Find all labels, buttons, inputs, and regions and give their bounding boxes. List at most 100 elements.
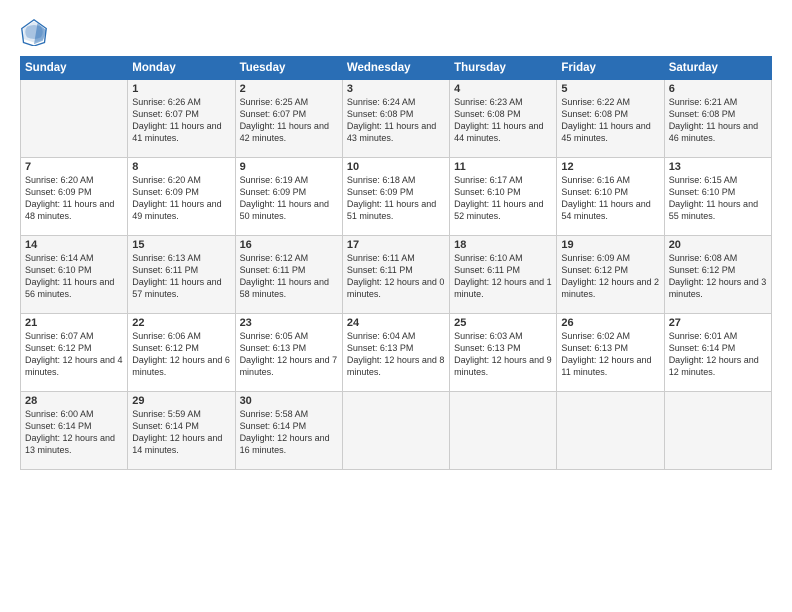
day-number: 27 — [669, 317, 767, 329]
calendar-cell: 28Sunrise: 6:00 AMSunset: 6:14 PMDayligh… — [21, 392, 128, 470]
calendar-cell: 19Sunrise: 6:09 AMSunset: 6:12 PMDayligh… — [557, 236, 664, 314]
calendar-cell: 22Sunrise: 6:06 AMSunset: 6:12 PMDayligh… — [128, 314, 235, 392]
day-number: 26 — [561, 317, 659, 329]
calendar-cell: 27Sunrise: 6:01 AMSunset: 6:14 PMDayligh… — [664, 314, 771, 392]
calendar-cell: 25Sunrise: 6:03 AMSunset: 6:13 PMDayligh… — [450, 314, 557, 392]
calendar-cell: 4Sunrise: 6:23 AMSunset: 6:08 PMDaylight… — [450, 80, 557, 158]
calendar-cell: 10Sunrise: 6:18 AMSunset: 6:09 PMDayligh… — [342, 158, 449, 236]
day-number: 13 — [669, 161, 767, 173]
day-info: Sunrise: 6:07 AMSunset: 6:12 PMDaylight:… — [25, 330, 123, 379]
day-info: Sunrise: 5:59 AMSunset: 6:14 PMDaylight:… — [132, 408, 230, 457]
calendar-cell: 20Sunrise: 6:08 AMSunset: 6:12 PMDayligh… — [664, 236, 771, 314]
day-number: 22 — [132, 317, 230, 329]
day-info: Sunrise: 6:06 AMSunset: 6:12 PMDaylight:… — [132, 330, 230, 379]
day-info: Sunrise: 5:58 AMSunset: 6:14 PMDaylight:… — [240, 408, 338, 457]
calendar-header-friday: Friday — [557, 57, 664, 80]
day-number: 19 — [561, 239, 659, 251]
day-info: Sunrise: 6:01 AMSunset: 6:14 PMDaylight:… — [669, 330, 767, 379]
calendar-week-row: 14Sunrise: 6:14 AMSunset: 6:10 PMDayligh… — [21, 236, 772, 314]
calendar-week-row: 28Sunrise: 6:00 AMSunset: 6:14 PMDayligh… — [21, 392, 772, 470]
calendar-week-row: 1Sunrise: 6:26 AMSunset: 6:07 PMDaylight… — [21, 80, 772, 158]
calendar-cell: 2Sunrise: 6:25 AMSunset: 6:07 PMDaylight… — [235, 80, 342, 158]
day-info: Sunrise: 6:22 AMSunset: 6:08 PMDaylight:… — [561, 96, 659, 145]
calendar-header-saturday: Saturday — [664, 57, 771, 80]
day-number: 24 — [347, 317, 445, 329]
calendar-cell: 3Sunrise: 6:24 AMSunset: 6:08 PMDaylight… — [342, 80, 449, 158]
day-number: 12 — [561, 161, 659, 173]
day-info: Sunrise: 6:10 AMSunset: 6:11 PMDaylight:… — [454, 252, 552, 301]
calendar-page: SundayMondayTuesdayWednesdayThursdayFrid… — [0, 0, 792, 612]
day-info: Sunrise: 6:16 AMSunset: 6:10 PMDaylight:… — [561, 174, 659, 223]
calendar-cell: 1Sunrise: 6:26 AMSunset: 6:07 PMDaylight… — [128, 80, 235, 158]
calendar-cell — [21, 80, 128, 158]
day-number: 7 — [25, 161, 123, 173]
day-number: 10 — [347, 161, 445, 173]
calendar-cell: 17Sunrise: 6:11 AMSunset: 6:11 PMDayligh… — [342, 236, 449, 314]
calendar-cell: 15Sunrise: 6:13 AMSunset: 6:11 PMDayligh… — [128, 236, 235, 314]
calendar-cell: 6Sunrise: 6:21 AMSunset: 6:08 PMDaylight… — [664, 80, 771, 158]
day-info: Sunrise: 6:24 AMSunset: 6:08 PMDaylight:… — [347, 96, 445, 145]
day-info: Sunrise: 6:20 AMSunset: 6:09 PMDaylight:… — [25, 174, 123, 223]
day-info: Sunrise: 6:15 AMSunset: 6:10 PMDaylight:… — [669, 174, 767, 223]
day-info: Sunrise: 6:17 AMSunset: 6:10 PMDaylight:… — [454, 174, 552, 223]
day-info: Sunrise: 6:20 AMSunset: 6:09 PMDaylight:… — [132, 174, 230, 223]
calendar-cell — [450, 392, 557, 470]
calendar-header-monday: Monday — [128, 57, 235, 80]
calendar-cell: 16Sunrise: 6:12 AMSunset: 6:11 PMDayligh… — [235, 236, 342, 314]
calendar-cell: 9Sunrise: 6:19 AMSunset: 6:09 PMDaylight… — [235, 158, 342, 236]
calendar-cell: 24Sunrise: 6:04 AMSunset: 6:13 PMDayligh… — [342, 314, 449, 392]
logo — [20, 18, 52, 46]
day-number: 28 — [25, 395, 123, 407]
day-number: 30 — [240, 395, 338, 407]
day-number: 18 — [454, 239, 552, 251]
day-info: Sunrise: 6:14 AMSunset: 6:10 PMDaylight:… — [25, 252, 123, 301]
calendar-cell: 14Sunrise: 6:14 AMSunset: 6:10 PMDayligh… — [21, 236, 128, 314]
calendar-cell: 7Sunrise: 6:20 AMSunset: 6:09 PMDaylight… — [21, 158, 128, 236]
day-number: 20 — [669, 239, 767, 251]
day-info: Sunrise: 6:13 AMSunset: 6:11 PMDaylight:… — [132, 252, 230, 301]
calendar-cell: 29Sunrise: 5:59 AMSunset: 6:14 PMDayligh… — [128, 392, 235, 470]
day-number: 8 — [132, 161, 230, 173]
day-info: Sunrise: 6:12 AMSunset: 6:11 PMDaylight:… — [240, 252, 338, 301]
day-number: 6 — [669, 83, 767, 95]
calendar-cell: 30Sunrise: 5:58 AMSunset: 6:14 PMDayligh… — [235, 392, 342, 470]
day-number: 11 — [454, 161, 552, 173]
calendar-week-row: 21Sunrise: 6:07 AMSunset: 6:12 PMDayligh… — [21, 314, 772, 392]
calendar-cell: 13Sunrise: 6:15 AMSunset: 6:10 PMDayligh… — [664, 158, 771, 236]
day-info: Sunrise: 6:03 AMSunset: 6:13 PMDaylight:… — [454, 330, 552, 379]
calendar-header-thursday: Thursday — [450, 57, 557, 80]
calendar-cell — [557, 392, 664, 470]
day-info: Sunrise: 6:05 AMSunset: 6:13 PMDaylight:… — [240, 330, 338, 379]
day-number: 2 — [240, 83, 338, 95]
day-info: Sunrise: 6:19 AMSunset: 6:09 PMDaylight:… — [240, 174, 338, 223]
day-number: 4 — [454, 83, 552, 95]
day-info: Sunrise: 6:18 AMSunset: 6:09 PMDaylight:… — [347, 174, 445, 223]
day-number: 17 — [347, 239, 445, 251]
day-info: Sunrise: 6:00 AMSunset: 6:14 PMDaylight:… — [25, 408, 123, 457]
calendar-header-tuesday: Tuesday — [235, 57, 342, 80]
logo-icon — [20, 18, 48, 46]
page-header — [20, 18, 772, 46]
day-info: Sunrise: 6:23 AMSunset: 6:08 PMDaylight:… — [454, 96, 552, 145]
calendar-cell: 11Sunrise: 6:17 AMSunset: 6:10 PMDayligh… — [450, 158, 557, 236]
day-info: Sunrise: 6:08 AMSunset: 6:12 PMDaylight:… — [669, 252, 767, 301]
day-info: Sunrise: 6:02 AMSunset: 6:13 PMDaylight:… — [561, 330, 659, 379]
day-info: Sunrise: 6:11 AMSunset: 6:11 PMDaylight:… — [347, 252, 445, 301]
day-info: Sunrise: 6:04 AMSunset: 6:13 PMDaylight:… — [347, 330, 445, 379]
calendar-header-row: SundayMondayTuesdayWednesdayThursdayFrid… — [21, 57, 772, 80]
calendar-cell: 26Sunrise: 6:02 AMSunset: 6:13 PMDayligh… — [557, 314, 664, 392]
day-number: 1 — [132, 83, 230, 95]
day-number: 25 — [454, 317, 552, 329]
calendar-cell: 18Sunrise: 6:10 AMSunset: 6:11 PMDayligh… — [450, 236, 557, 314]
calendar-header-sunday: Sunday — [21, 57, 128, 80]
calendar-cell: 8Sunrise: 6:20 AMSunset: 6:09 PMDaylight… — [128, 158, 235, 236]
calendar-cell: 5Sunrise: 6:22 AMSunset: 6:08 PMDaylight… — [557, 80, 664, 158]
calendar-week-row: 7Sunrise: 6:20 AMSunset: 6:09 PMDaylight… — [21, 158, 772, 236]
calendar-cell — [342, 392, 449, 470]
day-info: Sunrise: 6:21 AMSunset: 6:08 PMDaylight:… — [669, 96, 767, 145]
day-number: 9 — [240, 161, 338, 173]
calendar-header-wednesday: Wednesday — [342, 57, 449, 80]
day-number: 23 — [240, 317, 338, 329]
calendar-cell: 23Sunrise: 6:05 AMSunset: 6:13 PMDayligh… — [235, 314, 342, 392]
day-number: 15 — [132, 239, 230, 251]
